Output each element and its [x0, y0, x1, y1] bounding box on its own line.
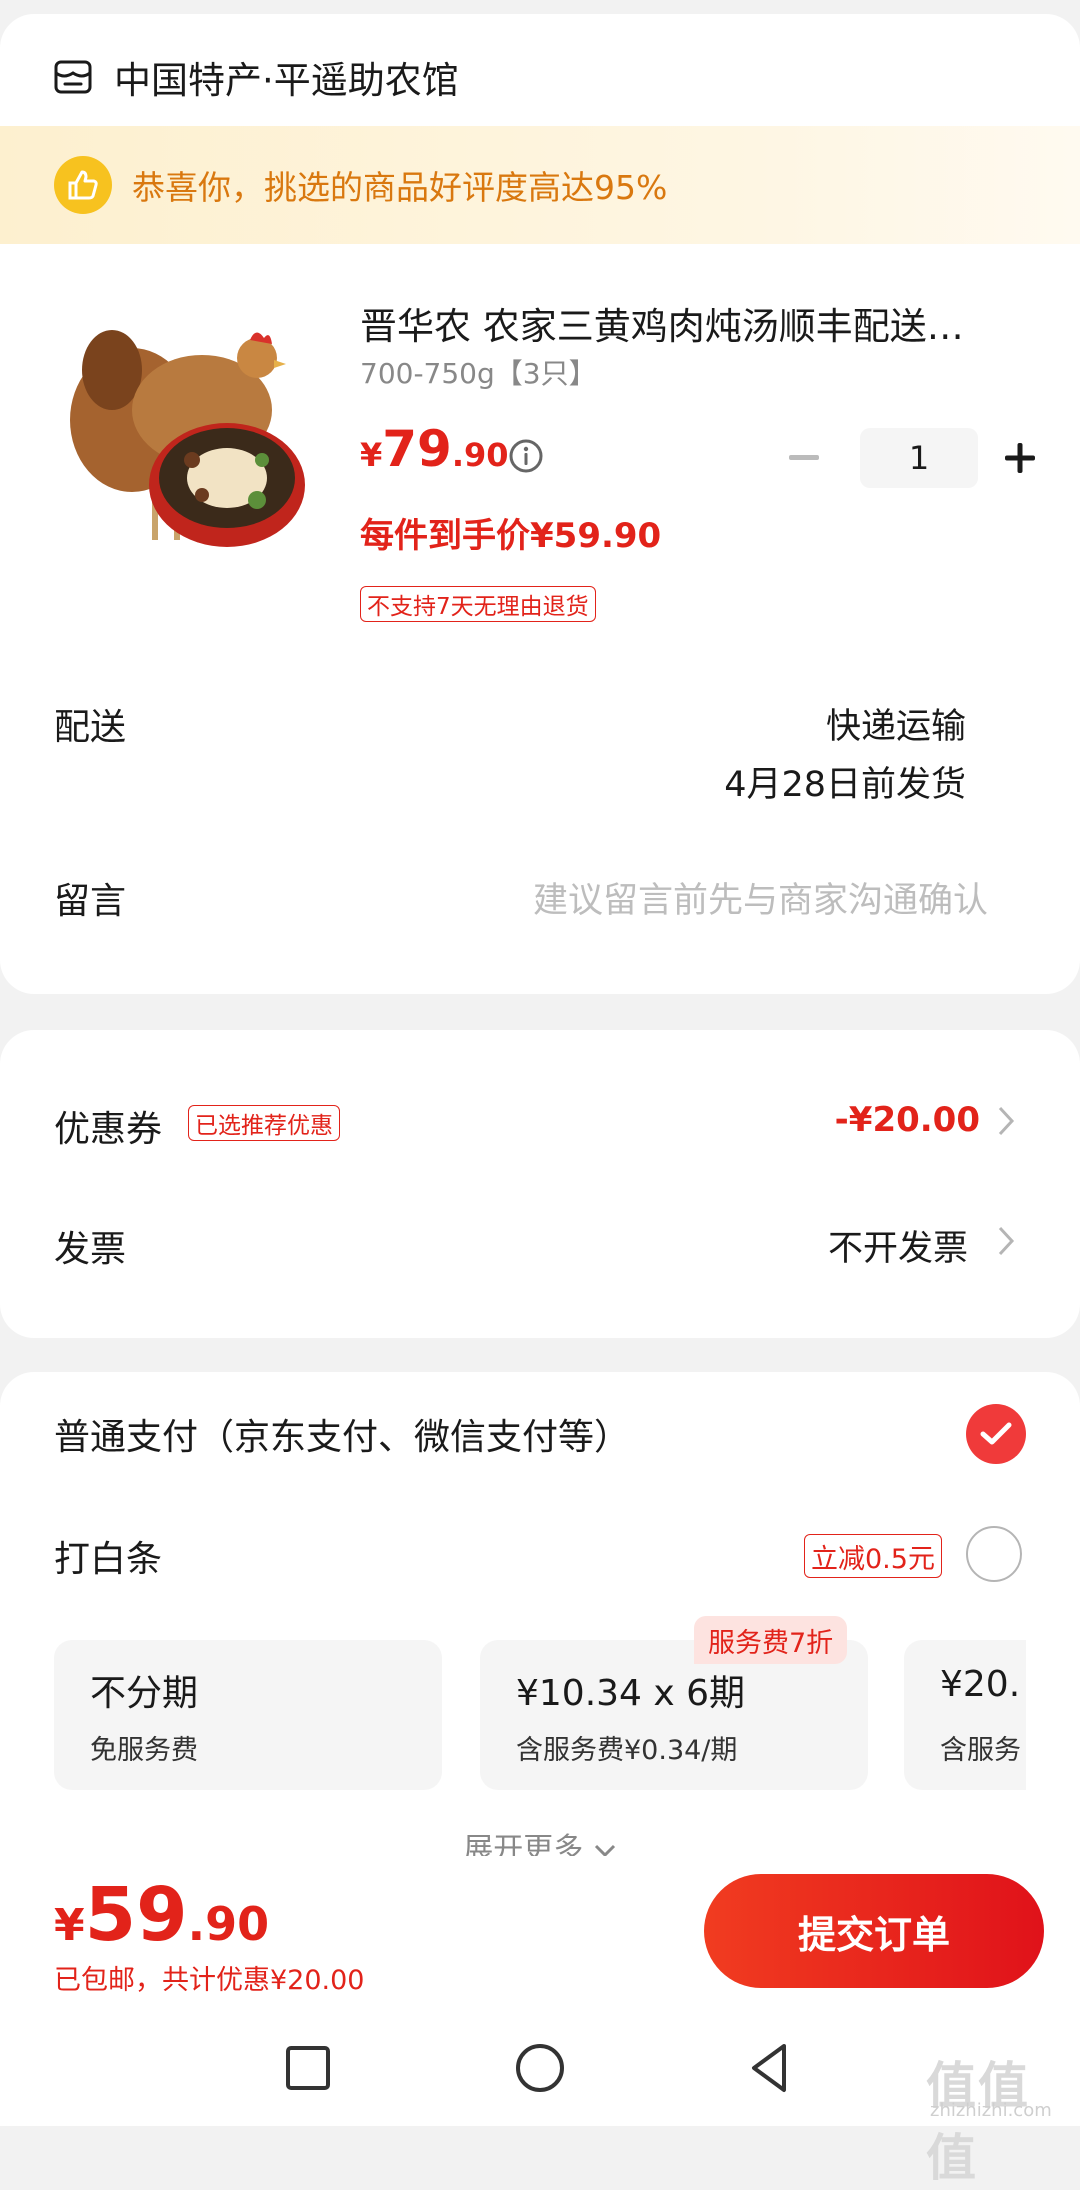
installment-sub: 含服务 [940, 1735, 1021, 1766]
price-currency: ¥ [360, 436, 383, 474]
delivery-label: 配送 [54, 707, 127, 748]
total-decimal: .90 [187, 1897, 270, 1951]
total-price: ¥ 59 .90 [54, 1872, 269, 1958]
final-price: 每件到手价¥59.90 [360, 516, 662, 556]
watermark-url: zhizhizhi.com [930, 2100, 1052, 2121]
quantity-stepper: 1 [784, 426, 1040, 490]
shop-header[interactable]: 中国特产·平遥助农馆 [54, 42, 459, 112]
product-spec: 700-750g【3只】 [360, 357, 597, 390]
normal-pay-label[interactable]: 普通支付（京东支付、微信支付等） [54, 1408, 630, 1460]
price-integer: 79 [382, 420, 452, 478]
quantity-input[interactable]: 1 [860, 428, 978, 488]
banner-text: 恭喜你，挑选的商品好评度高达95% [132, 168, 668, 207]
installment-main: ¥20. [940, 1664, 1021, 1705]
back-button[interactable] [740, 2038, 800, 2098]
baitiao-discount-tag: 立减0.5元 [804, 1534, 942, 1578]
installment-sub: 含服务费¥0.34/期 [516, 1735, 738, 1766]
baitiao-radio[interactable] [966, 1526, 1022, 1582]
product-title[interactable]: 晋华农 农家三黄鸡肉炖汤顺丰配送… [360, 296, 964, 350]
total-note: 已包邮，共计优惠¥20.00 [54, 1965, 365, 1996]
delivery-method[interactable]: 快递运输 [826, 698, 966, 749]
plus-icon [1005, 443, 1035, 473]
note-label: 留言 [54, 881, 127, 922]
check-icon [980, 1422, 1012, 1445]
total-integer: 59 [84, 1872, 188, 1958]
coupon-tag: 已选推荐优惠 [188, 1105, 340, 1141]
total-currency: ¥ [54, 1900, 85, 1951]
product-image[interactable] [52, 300, 322, 580]
discount-card [0, 1030, 1080, 1338]
invoice-value[interactable]: 不开发票 [828, 1220, 968, 1271]
shop-name: 中国特产·平遥助农馆 [114, 59, 459, 102]
info-icon[interactable] [508, 438, 544, 474]
installment-option[interactable]: 不分期 免服务费 [54, 1640, 442, 1790]
price-decimal: .90 [451, 436, 509, 474]
invoice-chevron-icon[interactable] [996, 1224, 1018, 1258]
installment-main: 不分期 [90, 1673, 199, 1714]
installment-option[interactable]: ¥20. 含服务 [904, 1640, 1026, 1790]
thumbs-up-icon [54, 156, 112, 214]
coupon-value[interactable]: -¥20.00 [835, 1100, 980, 1140]
normal-pay-radio[interactable] [966, 1404, 1026, 1464]
coupon-chevron-icon[interactable] [996, 1104, 1018, 1138]
return-policy-tag: 不支持7天无理由退货 [360, 586, 596, 622]
rating-banner: 恭喜你，挑选的商品好评度高达95% [0, 126, 1080, 244]
delivery-date: 4月28日前发货 [724, 765, 966, 805]
service-fee-badge: 服务费7折 [694, 1616, 848, 1664]
home-button[interactable] [510, 2038, 570, 2098]
recent-apps-button[interactable] [278, 2038, 338, 2098]
installment-options: 不分期 免服务费 ¥10.34 x 6期 含服务费¥0.34/期 ¥20. 含服… [54, 1600, 1026, 1800]
coupon-label: 优惠券 [54, 1109, 163, 1150]
product-price: ¥ 79 .90 [360, 420, 509, 478]
minus-icon [789, 455, 819, 460]
installment-sub: 免服务费 [90, 1735, 198, 1766]
invoice-label: 发票 [54, 1229, 127, 1270]
increase-button[interactable] [1000, 438, 1040, 478]
submit-order-button[interactable]: 提交订单 [704, 1874, 1044, 1988]
decrease-button[interactable] [784, 438, 824, 478]
note-input[interactable] [426, 872, 990, 930]
installment-main: ¥10.34 x 6期 [516, 1673, 746, 1714]
baitiao-label[interactable]: 打白条 [54, 1530, 162, 1582]
store-icon [54, 60, 92, 94]
